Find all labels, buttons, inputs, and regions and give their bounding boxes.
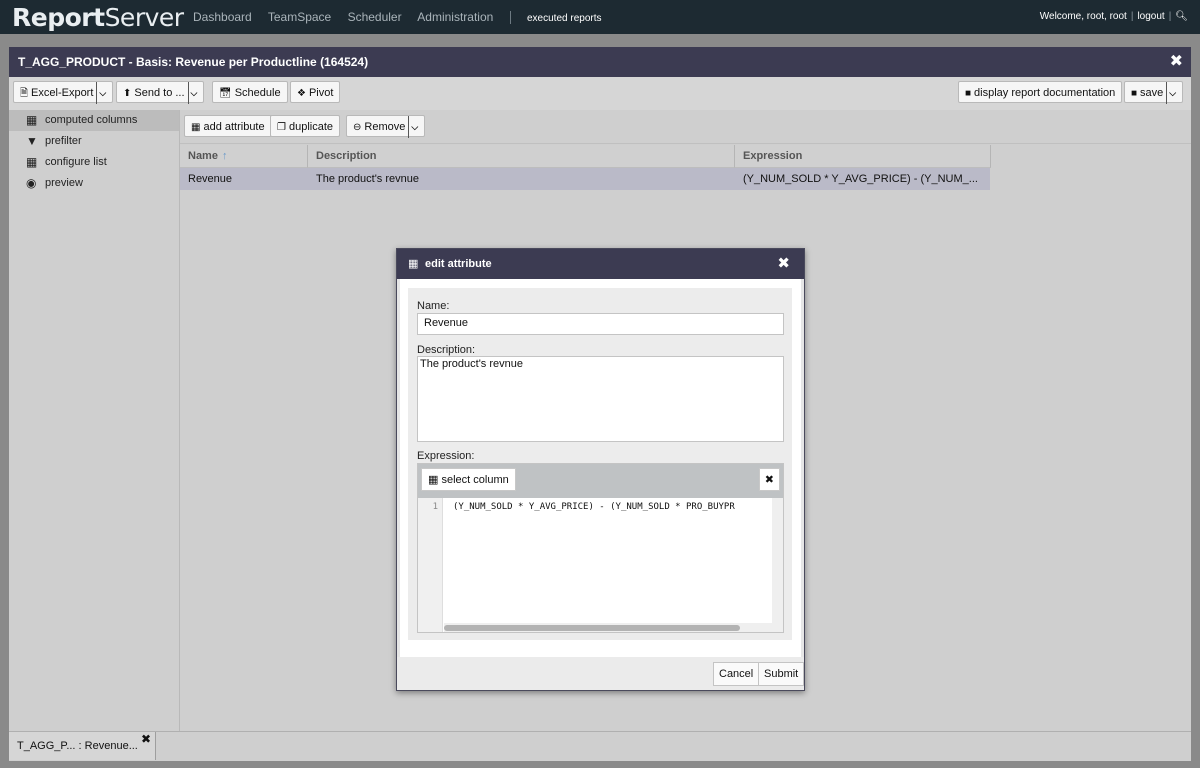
- filter-icon: ▼: [26, 134, 38, 148]
- expand-icon[interactable]: ✖: [758, 468, 780, 491]
- chevron-down-icon[interactable]: ⌵: [1166, 82, 1176, 104]
- dialog-footer: Cancel Submit: [397, 657, 805, 690]
- main-nav: Dashboard TeamSpace Scheduler Administra…: [193, 10, 615, 25]
- column-header-description[interactable]: Description: [308, 145, 735, 168]
- table-row[interactable]: Revenue The product's revnue (Y_NUM_SOLD…: [180, 168, 990, 190]
- top-navigation-bar: ReportServer Dashboard TeamSpace Schedul…: [0, 0, 1200, 34]
- upload-icon: ⬆︎: [123, 88, 132, 99]
- line-number-gutter: 1: [418, 498, 443, 632]
- chevron-down-icon[interactable]: ⌵: [408, 116, 418, 138]
- chevron-down-icon[interactable]: ⌵: [187, 82, 197, 104]
- dialog-body: Name: Revenue Description: The product's…: [400, 279, 801, 657]
- logout-link[interactable]: logout: [1137, 11, 1164, 22]
- close-icon[interactable]: ✖: [141, 725, 151, 753]
- dialog-title: edit attribute: [425, 258, 492, 270]
- excel-export-button[interactable]: 🗎︎ Excel-Export ⌵: [13, 81, 114, 104]
- table-column-icon: ▦: [428, 474, 439, 486]
- editor-toolbar: ▦ select column ✖: [418, 464, 783, 498]
- description-field[interactable]: The product's revnue: [417, 356, 784, 442]
- expression-label: Expression:: [417, 450, 475, 462]
- nav-scheduler[interactable]: Scheduler: [348, 10, 402, 24]
- name-field[interactable]: Revenue: [417, 313, 784, 335]
- add-attribute-button[interactable]: ▦ add attribute: [184, 115, 272, 137]
- attribute-form: Name: Revenue Description: The product's…: [408, 288, 792, 640]
- column-header-expression[interactable]: Expression: [735, 145, 991, 168]
- pivot-button[interactable]: ❖ Pivot: [290, 81, 341, 103]
- select-column-button[interactable]: ▦ select column: [421, 468, 516, 491]
- edit-attribute-dialog: ▦ edit attribute ✖ Name: Revenue Descrip…: [396, 248, 805, 691]
- expression-editor[interactable]: ▦ select column ✖ 1 (Y_NUM_SOLD * Y_AVG_…: [417, 463, 784, 633]
- copy-icon: ❐: [277, 122, 286, 133]
- window-titlebar: T_AGG_PRODUCT - Basis: Revenue per Produ…: [9, 47, 1191, 77]
- duplicate-button[interactable]: ❐ duplicate: [270, 115, 341, 137]
- sidebar-item-configure-list[interactable]: ▦ configure list: [9, 152, 179, 173]
- vertical-scrollbar[interactable]: [772, 498, 783, 623]
- file-icon: 🗎︎: [20, 88, 29, 99]
- chevron-down-icon[interactable]: ⌵: [96, 82, 106, 104]
- reportserver-logo[interactable]: ReportServer: [12, 3, 184, 32]
- document-icon: ■: [1131, 88, 1138, 99]
- remove-button[interactable]: ⊖ Remove ⌵: [346, 115, 426, 138]
- sidebar: ▦ computed columns ▼ prefilter ▦ configure …: [9, 110, 180, 731]
- calendar-icon: 📅︎: [219, 88, 232, 99]
- welcome-text: Welcome, root, root: [1039, 11, 1127, 22]
- cell-description: The product's revnue: [316, 173, 419, 185]
- close-icon[interactable]: ✖: [1170, 47, 1183, 77]
- nav-administration[interactable]: Administration: [417, 10, 493, 24]
- open-reports-tabbar: T_AGG_P... : Revenue... ✖: [9, 731, 1191, 761]
- calculator-icon: ▦: [191, 122, 201, 133]
- calculator-icon: ▦: [26, 113, 38, 127]
- nav-executed-reports[interactable]: executed reports: [527, 13, 602, 24]
- nav-divider: [509, 11, 511, 25]
- cell-expression: (Y_NUM_SOLD * Y_AVG_PRICE) - (Y_NUM_...: [743, 173, 978, 185]
- cubes-icon: ❖: [297, 88, 306, 99]
- user-box: Welcome, root, root | logout | 🔍︎: [1039, 11, 1188, 22]
- save-button[interactable]: ■ save ⌵: [1124, 81, 1184, 104]
- search-icon[interactable]: 🔍︎: [1175, 11, 1188, 22]
- sidebar-item-computed-columns[interactable]: ▦ computed columns: [9, 110, 179, 131]
- dialog-titlebar: ▦ edit attribute ✖: [397, 249, 804, 279]
- submit-button[interactable]: Submit: [758, 662, 805, 686]
- name-label: Name:: [417, 300, 450, 312]
- schedule-button[interactable]: 📅︎ Schedule: [212, 81, 288, 103]
- close-icon[interactable]: ✖: [777, 249, 790, 279]
- computed-columns-toolbar: ▦ add attribute ❐ duplicate ⊖ Remove ⌵: [180, 110, 1191, 144]
- horizontal-scrollbar[interactable]: [444, 623, 783, 632]
- eye-icon: ◉: [26, 176, 37, 190]
- table-icon: ▦: [26, 155, 38, 169]
- column-header-name[interactable]: Name ↑: [180, 145, 308, 168]
- expression-code[interactable]: (Y_NUM_SOLD * Y_AVG_PRICE) - (Y_NUM_SOLD…: [453, 502, 773, 512]
- cancel-button[interactable]: Cancel: [713, 662, 760, 686]
- table-header: Name ↑ Description Expression: [180, 145, 991, 168]
- sidebar-item-preview[interactable]: ◉ preview: [9, 173, 179, 194]
- report-tab[interactable]: T_AGG_P... : Revenue... ✖: [9, 732, 156, 760]
- document-icon: ■: [965, 88, 972, 99]
- sidebar-item-prefilter[interactable]: ▼ prefilter: [9, 131, 179, 152]
- calculator-icon: ▦: [408, 258, 419, 270]
- display-documentation-button[interactable]: ■ display report documentation: [958, 81, 1123, 103]
- send-to-button[interactable]: ⬆︎ Send to ... ⌵: [116, 81, 205, 104]
- nav-teamspace[interactable]: TeamSpace: [268, 10, 331, 24]
- scrollbar-thumb[interactable]: [444, 625, 740, 631]
- nav-dashboard[interactable]: Dashboard: [193, 10, 252, 24]
- cell-name: Revenue: [188, 173, 233, 185]
- description-label: Description:: [417, 344, 476, 356]
- sort-ascending-icon: ↑: [221, 150, 228, 162]
- minus-circle-icon: ⊖: [353, 122, 362, 133]
- report-toolbar: 🗎︎ Excel-Export ⌵ ⬆︎ Send to ... ⌵ 📅︎ Schedul…: [9, 77, 1191, 111]
- window-title: T_AGG_PRODUCT - Basis: Revenue per Produ…: [18, 55, 369, 69]
